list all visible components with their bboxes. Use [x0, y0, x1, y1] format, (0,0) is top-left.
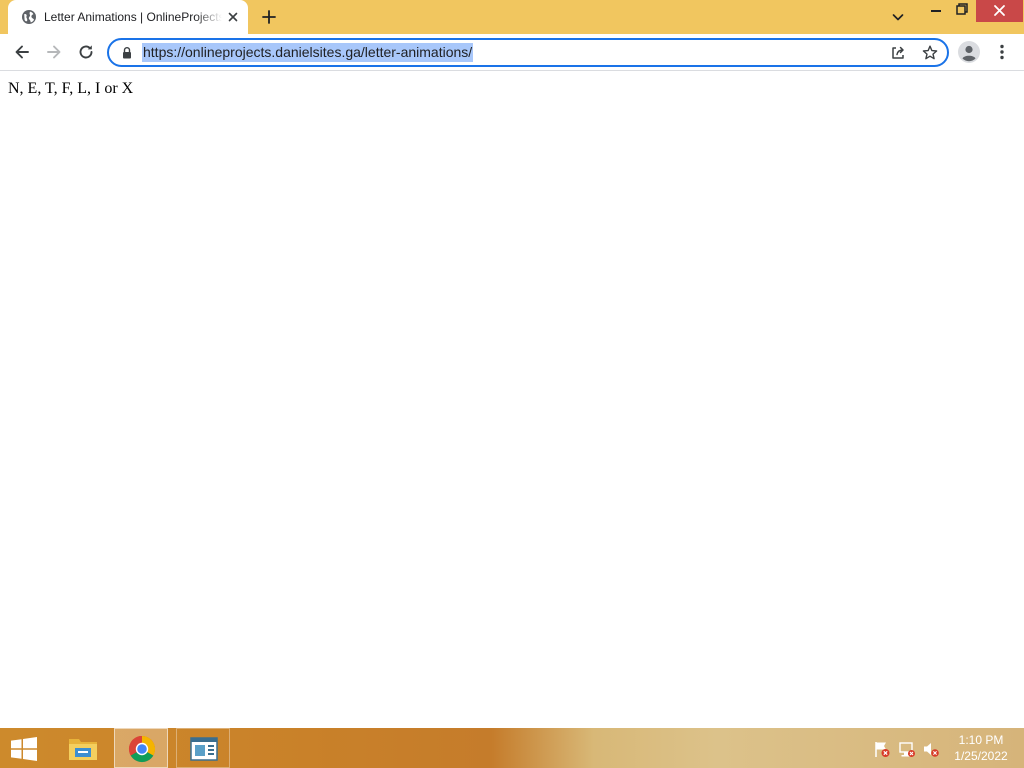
globe-icon — [22, 10, 36, 24]
new-tab-plus-icon[interactable] — [260, 8, 278, 26]
network-icon[interactable] — [898, 740, 916, 758]
browser-toolbar: https://onlineprojects.danielsites.ga/le… — [0, 34, 1024, 71]
clock-date: 1/25/2022 — [954, 749, 1008, 763]
forward-arrow-icon[interactable] — [44, 42, 64, 62]
lock-icon[interactable] — [121, 46, 133, 60]
page-viewport: N, E, T, F, L, I or X — [0, 72, 1024, 728]
star-icon[interactable] — [921, 44, 939, 62]
share-icon[interactable] — [889, 44, 907, 62]
page-text: N, E, T, F, L, I or X — [8, 80, 134, 97]
browser-tab[interactable]: Letter Animations | OnlineProjects — [8, 0, 248, 34]
reload-icon[interactable] — [76, 42, 96, 62]
taskbar-file-explorer[interactable] — [56, 728, 110, 768]
close-icon[interactable] — [226, 10, 240, 24]
volume-muted-icon[interactable] — [922, 740, 940, 758]
minimize-icon[interactable] — [924, 0, 948, 22]
back-arrow-icon[interactable] — [12, 42, 32, 62]
taskbar: 1:10 PM 1/25/2022 — [0, 728, 1024, 768]
taskbar-clock[interactable]: 1:10 PM 1/25/2022 — [946, 732, 1016, 764]
browser-titlebar: Letter Animations | OnlineProjects — [0, 0, 1024, 34]
url-text[interactable]: https://onlineprojects.danielsites.ga/le… — [142, 43, 474, 62]
clock-time: 1:10 PM — [958, 733, 1004, 747]
chrome-icon — [128, 735, 156, 763]
app-icon — [190, 737, 218, 761]
profile-avatar-icon[interactable] — [958, 41, 980, 63]
tab-title: Letter Animations | OnlineProjects — [44, 10, 222, 24]
window-close-icon[interactable] — [976, 0, 1023, 22]
chevron-down-icon[interactable] — [890, 9, 906, 25]
file-explorer-icon — [69, 739, 97, 760]
restore-icon[interactable] — [950, 0, 974, 22]
kebab-menu-icon[interactable] — [993, 42, 1011, 62]
address-bar[interactable]: https://onlineprojects.danielsites.ga/le… — [107, 38, 949, 67]
action-center-flag-icon[interactable] — [873, 740, 891, 758]
taskbar-app[interactable] — [176, 728, 230, 768]
taskbar-chrome[interactable] — [114, 728, 168, 768]
windows-start-icon[interactable] — [10, 737, 38, 761]
